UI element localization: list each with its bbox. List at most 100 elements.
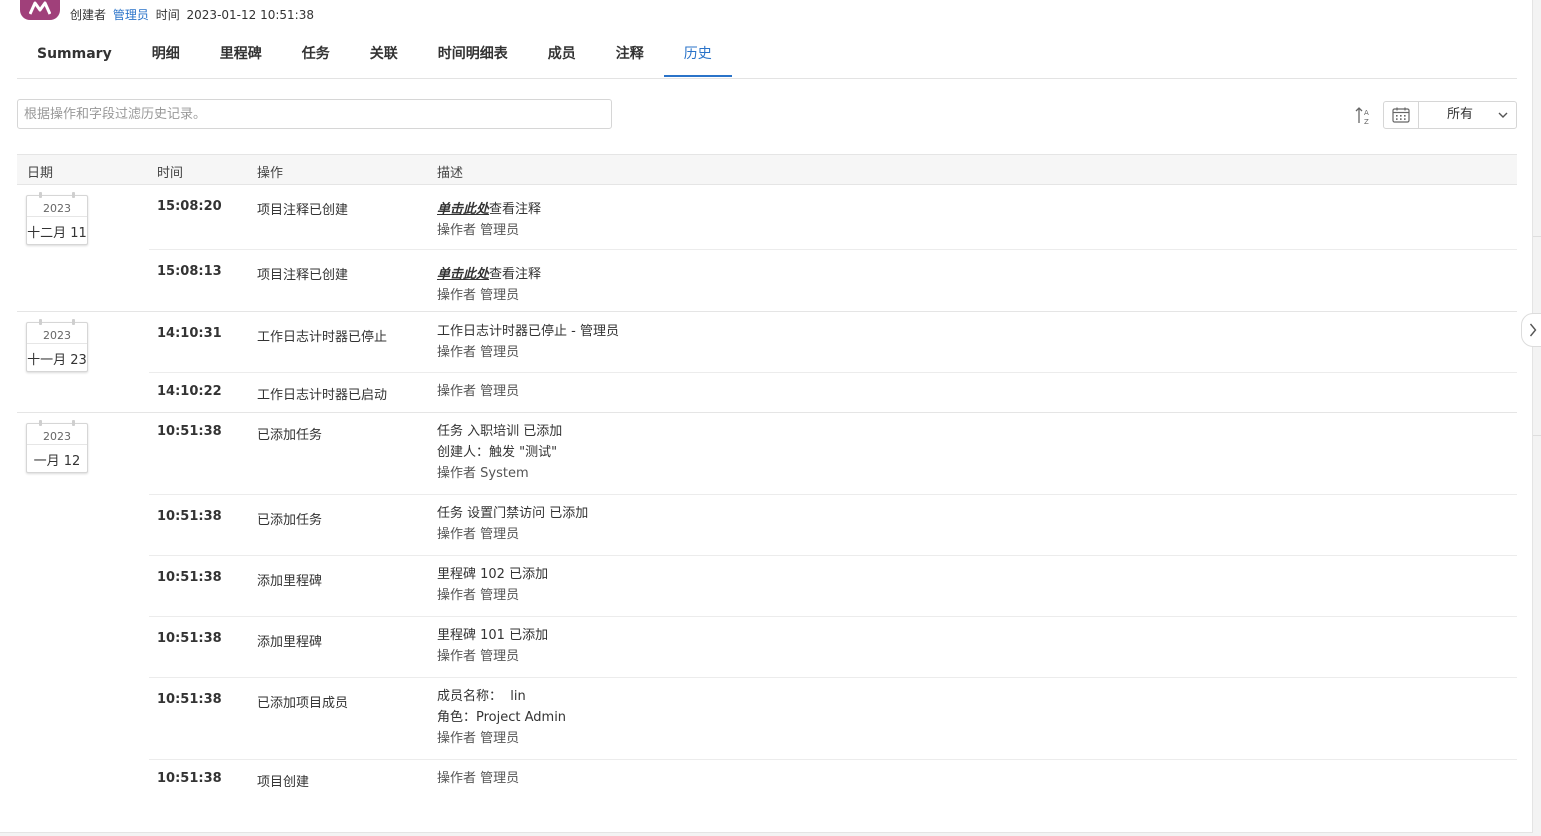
date-badge-day: 一月 12 — [33, 454, 81, 469]
history-filter-input[interactable] — [17, 99, 612, 129]
row-time: 14:10:22 — [157, 384, 222, 399]
operator-name: 管理员 — [480, 345, 520, 360]
row-action: 已添加任务 — [257, 513, 323, 528]
row-desc-text: 里程碑 101 已添加 — [437, 628, 549, 643]
row-action: 项目注释已创建 — [257, 268, 349, 283]
row-action: 工作日志计时器已停止 — [257, 330, 388, 345]
tab-summary[interactable]: Summary — [17, 34, 132, 77]
row-description: 成员名称： lin 角色：Project Admin 操作者 管理员 — [437, 686, 566, 749]
creator-link[interactable]: 管理员 — [113, 8, 149, 22]
date-badge: 2023 十一月 23 — [26, 319, 88, 372]
row-action: 项目创建 — [257, 775, 310, 790]
row-desc-text-2: 角色：Project Admin — [437, 710, 567, 725]
row-description: 任务 设置门禁访问 已添加 操作者 管理员 — [437, 503, 588, 545]
history-row: 10:51:38 添加里程碑 里程碑 101 已添加 操作者 管理员 — [149, 617, 1517, 678]
row-action: 添加里程碑 — [257, 574, 323, 589]
history-row: 15:08:20 项目注释已创建 单击此处查看注释 操作者 管理员 — [149, 185, 1517, 250]
row-desc-text: 任务 设置门禁访问 已添加 — [437, 506, 589, 521]
svg-text:Z: Z — [1364, 118, 1369, 126]
tab-bar: Summary 明细 里程碑 任务 关联 时间明细表 成员 注释 历史 — [17, 34, 1517, 79]
date-range-filter[interactable]: 所有 — [1383, 101, 1517, 129]
project-history-page: 创建者 管理员 时间 2023-01-12 10:51:38 Summary 明… — [0, 0, 1533, 833]
row-description: 单击此处查看注释 操作者 管理员 — [437, 199, 541, 241]
history-row: 10:51:38 添加里程碑 里程碑 102 已添加 操作者 管理员 — [149, 556, 1517, 617]
history-row: 14:10:31 工作日志计时器已停止 工作日志计时器已停止 - 管理员 操作者… — [149, 312, 1517, 373]
view-comment-link[interactable]: 单击此处 — [437, 267, 489, 282]
row-description: 工作日志计时器已停止 - 管理员 操作者 管理员 — [437, 321, 619, 363]
tab-tasks[interactable]: 任务 — [282, 34, 350, 77]
history-date-group: 2023 十一月 23 14:10:31 工作日志计时器已停止 工作日志计时器已… — [17, 312, 1517, 413]
row-action: 已添加任务 — [257, 428, 323, 443]
row-action: 工作日志计时器已启动 — [257, 388, 388, 403]
operator-name: 管理员 — [480, 288, 520, 303]
col-description: 描述 — [437, 166, 464, 181]
row-time: 10:51:38 — [157, 509, 222, 524]
row-time: 10:51:38 — [157, 424, 222, 439]
time-label: 时间 — [155, 8, 180, 22]
history-row: 15:08:13 项目注释已创建 单击此处查看注释 操作者 管理员 — [149, 250, 1517, 311]
col-time: 时间 — [157, 166, 184, 181]
operator-name: 管理员 — [480, 588, 520, 603]
side-divider — [1533, 236, 1541, 237]
operator-name: 管理员 — [480, 384, 520, 399]
operator-label: 操作者 — [437, 345, 477, 360]
tab-relations[interactable]: 关联 — [350, 34, 418, 77]
history-row: 10:51:38 已添加项目成员 成员名称： lin 角色：Project Ad… — [149, 678, 1517, 760]
tab-history[interactable]: 历史 — [663, 34, 732, 77]
row-action: 已添加项目成员 — [257, 696, 349, 711]
operator-label: 操作者 — [437, 771, 477, 786]
col-action: 操作 — [257, 166, 284, 181]
operator-label: 操作者 — [437, 527, 477, 542]
date-badge: 2023 一月 12 — [26, 420, 88, 473]
operator-label: 操作者 — [437, 649, 477, 664]
history-row: 14:10:22 工作日志计时器已启动 操作者 管理员 — [149, 373, 1517, 412]
history-row: 10:51:38 已添加任务 任务 设置门禁访问 已添加 操作者 管理员 — [149, 495, 1517, 556]
row-description: 任务 入职培训 已添加 创建人：触发 "测试" 操作者 System — [437, 421, 562, 484]
operator-name: 管理员 — [480, 771, 520, 786]
row-description: 里程碑 102 已添加 操作者 管理员 — [437, 564, 548, 606]
history-row: 10:51:38 已添加任务 任务 入职培训 已添加 创建人：触发 "测试" 操… — [149, 413, 1517, 495]
operator-name: 管理员 — [480, 527, 520, 542]
row-description: 里程碑 101 已添加 操作者 管理员 — [437, 625, 548, 667]
operator-name: 管理员 — [480, 223, 520, 238]
tab-comments[interactable]: 注释 — [596, 34, 664, 77]
calendar-icon[interactable] — [1384, 102, 1419, 128]
row-description: 单击此处查看注释 操作者 管理员 — [437, 264, 541, 306]
view-comment-link[interactable]: 单击此处 — [437, 202, 489, 217]
chevron-down-icon — [1498, 112, 1508, 118]
row-time: 15:08:13 — [157, 264, 222, 279]
operator-label: 操作者 — [437, 466, 477, 481]
sort-az-icon[interactable]: A Z — [1354, 106, 1374, 130]
row-action: 项目注释已创建 — [257, 203, 349, 218]
row-desc-text: 成员名称： lin — [437, 689, 526, 704]
tab-milestones[interactable]: 里程碑 — [200, 34, 282, 77]
date-badge: 2023 十二月 11 — [26, 192, 88, 245]
operator-label: 操作者 — [437, 384, 477, 399]
created-time: 2023-01-12 10:51:38 — [186, 8, 314, 22]
date-badge-year: 2023 — [27, 201, 87, 217]
row-action: 添加里程碑 — [257, 635, 323, 650]
date-range-select[interactable]: 所有 — [1419, 102, 1516, 128]
date-badge-day: 十二月 11 — [27, 226, 87, 241]
project-logo — [20, 0, 60, 20]
tab-details[interactable]: 明细 — [132, 34, 200, 77]
operator-name: 管理员 — [480, 731, 520, 746]
row-desc-text: 工作日志计时器已停止 - 管理员 — [437, 324, 619, 339]
row-description: 操作者 管理员 — [437, 381, 519, 402]
row-time: 10:51:38 — [157, 771, 222, 786]
tab-timesheet[interactable]: 时间明细表 — [418, 34, 528, 77]
operator-name: 管理员 — [480, 649, 520, 664]
history-row: 10:51:38 项目创建 操作者 管理员 — [149, 760, 1517, 800]
row-time: 15:08:20 — [157, 199, 222, 214]
row-description: 操作者 管理员 — [437, 768, 519, 789]
history-date-group: 2023 十二月 11 15:08:20 项目注释已创建 单击此处查看注释 操作… — [17, 185, 1517, 312]
side-panel-toggle[interactable] — [1521, 313, 1541, 347]
svg-text:A: A — [1364, 109, 1369, 117]
history-date-group: 2023 一月 12 10:51:38 已添加任务 任务 入职培训 已添加 创建… — [17, 413, 1517, 808]
side-divider — [1533, 435, 1541, 436]
project-logo-icon — [29, 1, 51, 15]
creator-label: 创建者 — [70, 8, 107, 22]
row-time: 10:51:38 — [157, 570, 222, 585]
row-time: 10:51:38 — [157, 692, 222, 707]
tab-members[interactable]: 成员 — [528, 34, 596, 77]
